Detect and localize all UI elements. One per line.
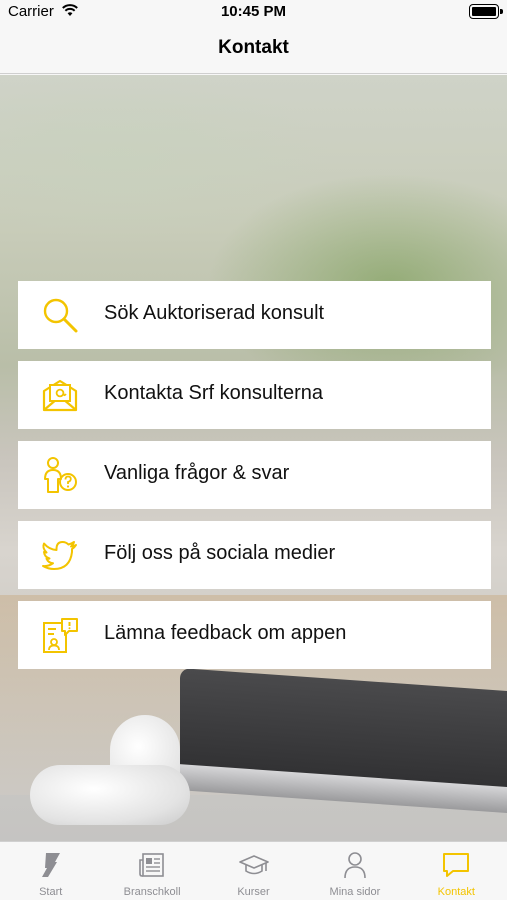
status-time: 10:45 PM	[220, 3, 287, 20]
tab-label: Kontakt	[437, 886, 475, 898]
srf-logo-icon	[41, 853, 60, 877]
menu-item-contact-consultants[interactable]: Kontakta Srf konsulterna	[18, 361, 491, 429]
chat-bubble-icon	[443, 853, 470, 877]
tab-branschkoll[interactable]: Branschkoll	[101, 842, 202, 900]
tab-label: Start	[39, 886, 63, 898]
twitter-icon	[42, 541, 77, 570]
menu-item-social-media[interactable]: Följ oss på sociala medier	[18, 521, 491, 589]
tab-start[interactable]: Start	[0, 842, 101, 900]
tab-mina-sidor[interactable]: Mina sidor	[304, 842, 405, 900]
search-icon	[43, 298, 78, 333]
person-icon	[344, 852, 366, 879]
background-earbud	[30, 765, 190, 825]
email-icon	[42, 379, 78, 412]
menu-item-label: Lämna feedback om appen	[104, 622, 347, 644]
menu-item-label: Vanliga frågor & svar	[104, 462, 290, 484]
newspaper-icon	[139, 853, 164, 877]
tab-bar: Start Branschkoll Kurser Mina sidor Kont…	[0, 841, 507, 900]
menu-item-feedback[interactable]: Lämna feedback om appen	[18, 601, 491, 669]
tab-kontakt[interactable]: Kontakt	[406, 842, 507, 900]
tab-label: Kurser	[237, 886, 270, 898]
menu-item-faq[interactable]: Vanliga frågor & svar	[18, 441, 491, 509]
tab-label: Mina sidor	[329, 886, 381, 898]
status-bar: Carrier 10:45 PM	[0, 0, 507, 24]
menu-item-label: Sök Auktoriserad konsult	[104, 302, 325, 324]
tab-kurser[interactable]: Kurser	[203, 842, 304, 900]
menu-item-search-consultant[interactable]: Sök Auktoriserad konsult	[18, 281, 491, 349]
contact-menu: Sök Auktoriserad konsult Kontakta Srf ko…	[18, 281, 491, 681]
battery-icon	[469, 4, 503, 19]
feedback-icon	[43, 618, 78, 653]
contact-content: Sök Auktoriserad konsult Kontakta Srf ko…	[0, 75, 507, 841]
tab-label: Branschkoll	[123, 886, 181, 898]
navigation-bar: Kontakt	[0, 24, 507, 74]
menu-item-label: Följ oss på sociala medier	[104, 542, 336, 564]
menu-item-label: Kontakta Srf konsulterna	[104, 382, 324, 404]
faq-person-icon	[44, 457, 77, 493]
page-title: Kontakt	[218, 37, 289, 58]
graduation-cap-icon	[238, 855, 269, 875]
